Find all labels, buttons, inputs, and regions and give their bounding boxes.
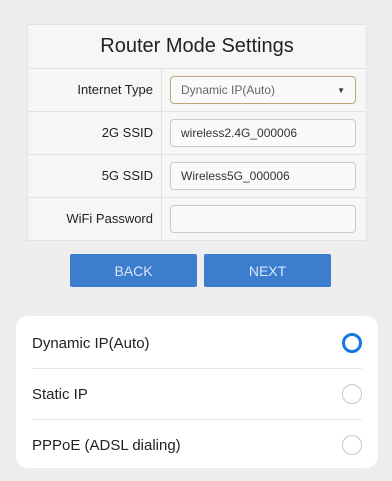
router-mode-form: Router Mode Settings Internet Type Dynam…	[27, 24, 367, 241]
internet-type-value: Dynamic IP(Auto)	[181, 83, 276, 97]
option-dynamic-ip[interactable]: Dynamic IP(Auto)	[32, 318, 362, 369]
option-static-ip[interactable]: Static IP	[32, 369, 362, 420]
ssid-5g-row: 5G SSID	[28, 155, 366, 198]
internet-type-label: Internet Type	[28, 69, 162, 111]
chevron-down-icon: ▼	[337, 85, 345, 95]
radio-unselected-icon[interactable]	[342, 435, 362, 455]
button-group: BACK NEXT	[70, 254, 331, 287]
ssid-2g-label: 2G SSID	[28, 112, 162, 154]
wifi-password-input[interactable]	[170, 205, 356, 233]
radio-selected-icon[interactable]	[342, 333, 362, 353]
ssid-5g-input[interactable]	[170, 162, 356, 190]
ssid-2g-row: 2G SSID	[28, 112, 366, 155]
page-title: Router Mode Settings	[28, 25, 366, 69]
option-label: Static IP	[32, 385, 88, 403]
radio-unselected-icon[interactable]	[342, 384, 362, 404]
ssid-5g-label: 5G SSID	[28, 155, 162, 197]
wifi-password-row: WiFi Password	[28, 198, 366, 240]
internet-type-row: Internet Type Dynamic IP(Auto) ▼	[28, 69, 366, 112]
internet-type-options-sheet: Dynamic IP(Auto) Static IP PPPoE (ADSL d…	[16, 316, 378, 468]
internet-type-select[interactable]: Dynamic IP(Auto) ▼	[170, 76, 356, 104]
back-button[interactable]: BACK	[70, 254, 197, 287]
option-label: Dynamic IP(Auto)	[32, 334, 150, 352]
option-label: PPPoE (ADSL dialing)	[32, 436, 181, 454]
wifi-password-label: WiFi Password	[28, 198, 162, 240]
option-pppoe[interactable]: PPPoE (ADSL dialing)	[32, 420, 362, 470]
ssid-2g-input[interactable]	[170, 119, 356, 147]
next-button[interactable]: NEXT	[204, 254, 331, 287]
